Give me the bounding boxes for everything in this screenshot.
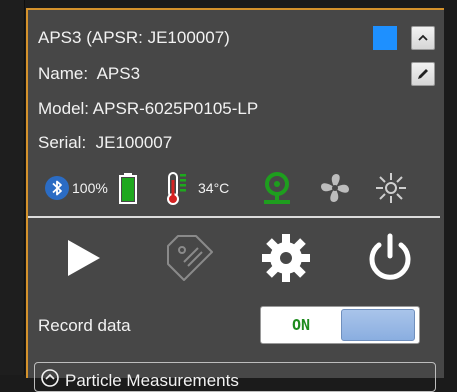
device-panel: APS3 (APSR: JE100007) Name: APS3 Model: …: [26, 8, 444, 392]
device-name-row: Name: APS3: [38, 64, 140, 84]
record-data-toggle[interactable]: ON: [260, 306, 420, 344]
toggle-on-label: ON: [291, 316, 311, 334]
play-icon: [68, 240, 100, 276]
fan-icon: [321, 174, 349, 202]
light-icon: [376, 173, 406, 203]
device-title: APS3 (APSR: JE100007): [38, 28, 230, 47]
device-color-swatch[interactable]: [373, 26, 397, 50]
device-model: Model: APSR-6025P0105-LP: [38, 99, 259, 118]
power-button[interactable]: [364, 232, 416, 284]
pencil-icon: [418, 69, 428, 79]
particle-measurements-section[interactable]: Particle Measurements: [34, 362, 436, 392]
serial-value: JE100007: [95, 133, 173, 152]
play-button[interactable]: [64, 238, 104, 278]
temperature-value: 34°C: [198, 180, 230, 196]
battery-percent: 100%: [72, 180, 108, 196]
tag-icon: [167, 235, 213, 281]
chevron-up-icon: [418, 34, 428, 41]
device-serial-row: Serial: JE100007: [38, 133, 172, 153]
gear-icon: [262, 234, 310, 282]
collapse-button[interactable]: [411, 26, 435, 50]
status-row: 100% 34°C: [40, 170, 440, 206]
toggle-knob[interactable]: [341, 309, 415, 341]
name-label: Name:: [38, 64, 89, 83]
section-divider: [28, 216, 440, 218]
record-data-label: Record data: [38, 316, 131, 335]
settings-button[interactable]: [260, 232, 312, 284]
thermometer-icon: [167, 172, 186, 205]
right-window-edge: [447, 0, 457, 375]
name-value: APS3: [96, 64, 141, 83]
edit-name-button[interactable]: [411, 62, 435, 86]
serial-label: Serial:: [38, 133, 87, 152]
laser-sensor-icon: [264, 172, 290, 204]
section-title: Particle Measurements: [65, 371, 239, 390]
power-icon: [369, 233, 411, 280]
tag-button[interactable]: [164, 232, 216, 284]
bluetooth-icon: [45, 176, 69, 200]
expand-section-icon: [41, 369, 59, 387]
battery-icon: [119, 173, 137, 204]
left-sidebar-edge: [0, 0, 25, 375]
